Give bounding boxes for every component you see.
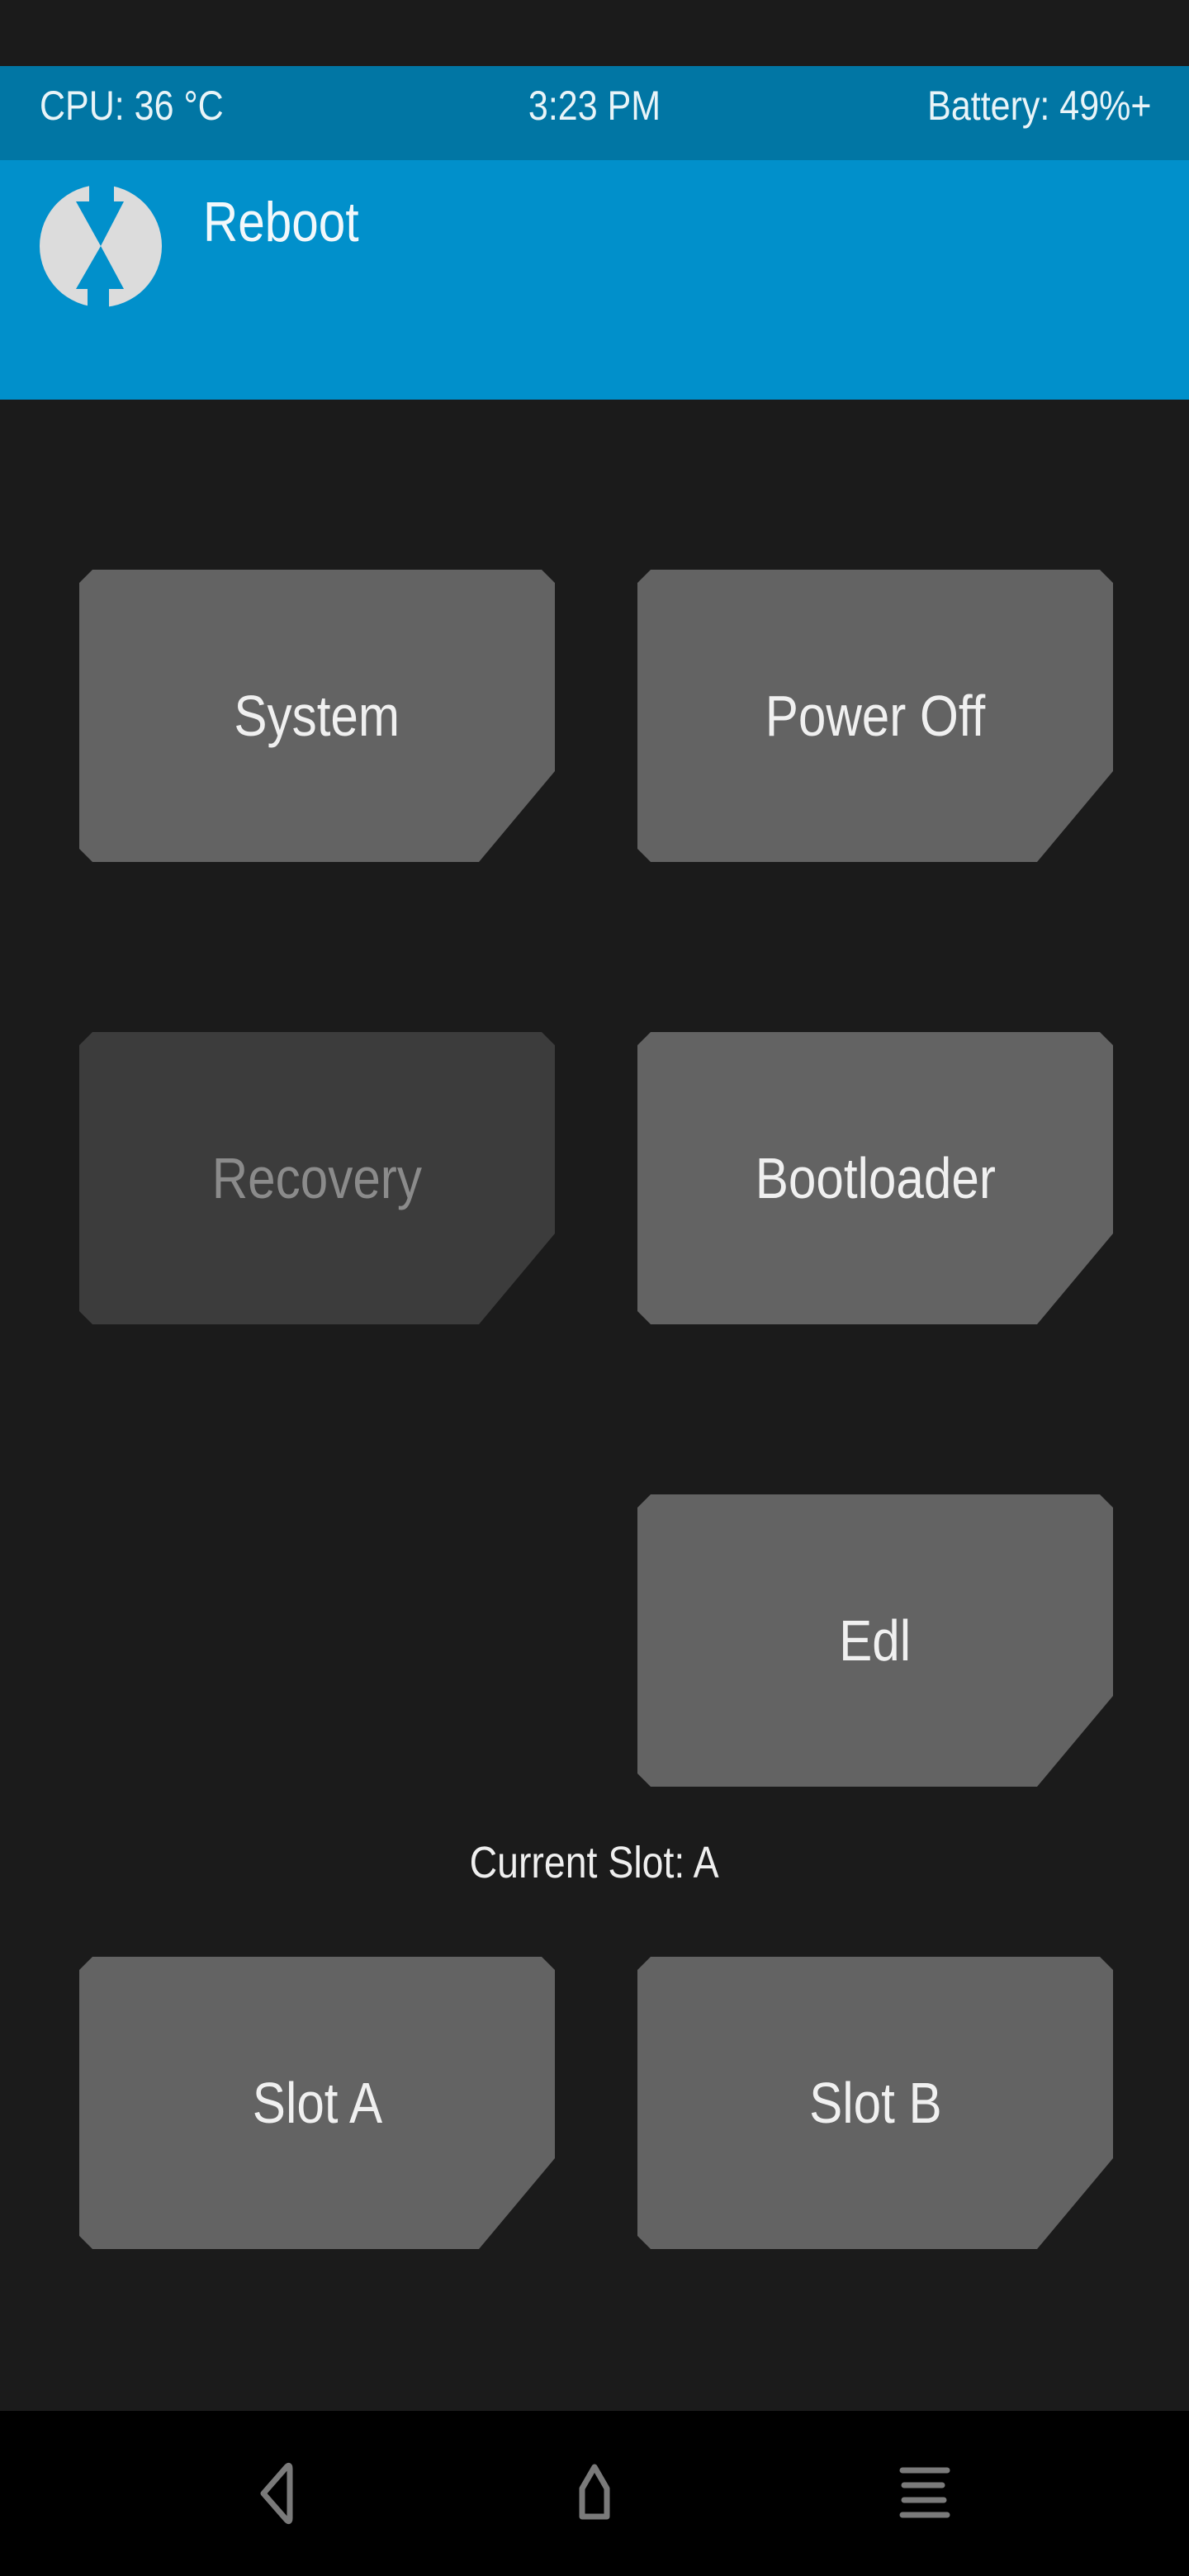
slot-a-button[interactable]: Slot A [79, 1957, 555, 2249]
reboot-system-button[interactable]: System [79, 570, 555, 862]
back-triangle-icon [260, 2462, 293, 2525]
home-button[interactable] [545, 2444, 644, 2543]
reboot-bootloader-button[interactable]: Bootloader [637, 1032, 1113, 1324]
reboot-recovery-button: Recovery [79, 1032, 555, 1324]
reboot-edl-button[interactable]: Edl [637, 1494, 1113, 1787]
twrp-logo-icon [40, 183, 162, 309]
button-label: Bootloader [755, 1146, 996, 1210]
status-bar: CPU: 36 °C 3:23 PM Battery: 49%+ [0, 66, 1189, 160]
cpu-temperature: CPU: 36 °C [40, 83, 224, 129]
button-label: System [234, 684, 400, 748]
clock: 3:23 PM [528, 83, 661, 129]
slot-b-button[interactable]: Slot B [637, 1957, 1113, 2249]
page-title: Reboot [203, 191, 359, 253]
back-button[interactable] [218, 2444, 317, 2543]
top-notch-strip [0, 0, 1189, 66]
menu-lines-icon [899, 2467, 950, 2518]
button-label: Slot A [252, 2071, 382, 2135]
power-off-button[interactable]: Power Off [637, 570, 1113, 862]
button-label: Recovery [211, 1146, 423, 1210]
button-label: Edl [839, 1608, 912, 1673]
home-icon [579, 2464, 610, 2520]
button-label: Power Off [765, 684, 986, 748]
title-bar: Reboot [0, 160, 1189, 400]
current-slot-label: Current Slot: A [469, 1838, 719, 1887]
navigation-bar [0, 2411, 1189, 2576]
button-label: Slot B [808, 2071, 942, 2135]
menu-button[interactable] [875, 2444, 974, 2543]
battery-status: Battery: 49%+ [926, 83, 1151, 129]
